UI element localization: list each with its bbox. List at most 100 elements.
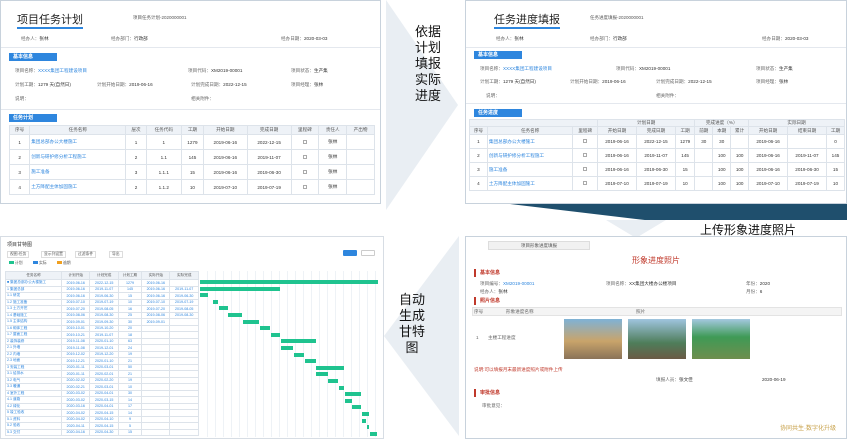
doc-number: 任务进度填报-2020000001 (590, 15, 644, 20)
gantt-bar[interactable] (361, 412, 370, 416)
gantt-reset-button[interactable] (361, 250, 375, 256)
gantt-bar[interactable] (344, 392, 362, 397)
field-label: 项目经理： (291, 82, 314, 87)
table-cell: 100 (730, 162, 750, 177)
table-cell: 2019-07-10 (597, 176, 637, 191)
field-label: 计划完成日期： (191, 82, 224, 87)
gantt-bar[interactable] (361, 418, 367, 423)
table-cell: 2022-12-15 (246, 134, 292, 150)
gantt-bar[interactable] (352, 405, 362, 410)
milestone-checkbox[interactable] (583, 139, 588, 143)
field-label: 项目名称： (606, 281, 629, 286)
table-cell (290, 179, 320, 195)
table-cell (141, 428, 171, 436)
gantt-bar[interactable] (200, 280, 378, 284)
milestone-checkbox[interactable] (302, 139, 307, 144)
table-cell: 1.1.2 (145, 179, 182, 195)
gantt-bar[interactable] (369, 431, 378, 436)
progress-photo-1[interactable] (564, 319, 622, 359)
gantt-bar[interactable] (280, 346, 294, 350)
field-5: 计划完成日期：2022-12-15 (191, 82, 247, 88)
table-cell: 10 (825, 176, 846, 191)
form-tab[interactable]: 项目形象进度填报 (488, 241, 590, 250)
table-cell (290, 134, 320, 150)
gantt-panel: 项目甘特图 视图:任务 显示列设置 过滤条件 导出 计划 实际 逾期 任务名称 计划开始 计划… (0, 236, 384, 439)
milestone-checkbox[interactable] (583, 167, 588, 171)
gantt-bar[interactable] (228, 313, 242, 317)
gantt-bar[interactable] (304, 359, 316, 364)
milestone-checkbox[interactable] (302, 154, 307, 159)
table-header-row: 任务名称 计划开始 计划完成 计划工期 实际开始 实际完成 (4, 271, 199, 280)
table-cell: 创新与研护修分析工程施工 (486, 148, 574, 163)
table-cell (346, 149, 375, 165)
table-cell: 2019-06-30 (787, 162, 827, 177)
table-cell: 1 (469, 134, 488, 149)
field-0: 项目名称：XXXX集团工程建设项目 (15, 68, 87, 74)
field-label: 计划工期： (480, 79, 503, 84)
table-cell: 土方降配主体加固施工 (29, 179, 127, 195)
gantt-bar[interactable] (366, 425, 370, 430)
gantt-bar[interactable] (339, 385, 345, 390)
gantt-bar[interactable] (294, 352, 304, 357)
milestone-checkbox[interactable] (583, 153, 588, 157)
field-2: 年份：2020 (746, 281, 770, 287)
field-4: 计划开始日期：2019-06-16 (97, 82, 153, 88)
progress-input[interactable]: 30 (712, 134, 732, 149)
gantt-bar[interactable] (242, 319, 259, 324)
toolbar-item[interactable]: 导出 (109, 251, 123, 258)
col-header: 任务名称 (486, 126, 574, 135)
progress-photo-3[interactable] (692, 319, 750, 359)
gantt-bar[interactable] (270, 332, 281, 337)
gantt-task-table: 任务名称 计划开始 计划完成 计划工期 实际开始 实际完成 ■ 集团总部办公大楼施工 2019… (4, 271, 199, 436)
table-cell: 2019-07-19 (787, 176, 827, 191)
table-cell: 2019-07-19 (635, 176, 676, 191)
milestone-checkbox[interactable] (302, 184, 307, 189)
arrow-text-3: 自动生成甘特图 (398, 292, 425, 355)
col-header: 开始日期 (597, 126, 637, 135)
table-cell: 创新与研护修分析工程施工 (29, 149, 127, 165)
gantt-bar[interactable] (200, 286, 281, 291)
progress-input[interactable]: 100 (712, 148, 732, 163)
col-header: 完成日期 (246, 125, 292, 135)
toolbar-item[interactable]: 显示列设置 (41, 251, 66, 258)
field-3: 经办人：张林 (480, 289, 508, 295)
gantt-bar[interactable] (316, 365, 345, 370)
toolbar-item[interactable]: 过滤条件 (75, 251, 97, 258)
toolbar-item[interactable]: 视图:任务 (7, 251, 30, 258)
progress-photo-2[interactable] (628, 319, 686, 359)
field-value: XM2019-00001 (502, 281, 535, 286)
field-label: 经办人： (21, 36, 40, 41)
photo-title: 形象进度照片 (632, 256, 680, 265)
table-cell (290, 149, 320, 165)
legend-item: 实际 (33, 261, 47, 266)
gantt-bar[interactable] (344, 398, 352, 403)
milestone-checkbox[interactable] (583, 181, 588, 185)
gantt-bar[interactable] (316, 372, 328, 377)
legend-item: 计划 (9, 261, 23, 266)
milestone-checkbox[interactable] (302, 169, 307, 174)
section-basic: 基本信息 (9, 53, 57, 61)
table-row: 5.3 交付 2020-04-16 2020-04-30 15 (4, 428, 199, 436)
gantt-bar[interactable] (200, 293, 208, 298)
table-cell: 3 (469, 162, 488, 177)
gantt-bar[interactable] (213, 299, 219, 304)
table-cell: 5.3 交付 (4, 428, 63, 436)
table-cell: 2019-11-07 (787, 148, 827, 163)
gantt-bar[interactable] (328, 379, 339, 383)
table-cell: 2019-06-16 (748, 162, 789, 177)
progress-input[interactable]: 100 (712, 176, 732, 191)
field-7: 说明： (486, 93, 500, 99)
table-cell: 2019-11-07 (635, 148, 676, 163)
field-value: 行政部 (612, 36, 627, 41)
gantt-bar[interactable] (218, 306, 228, 311)
gantt-bar[interactable] (259, 326, 271, 331)
table-cell (572, 176, 599, 191)
table-row: 1 集团总部办公大楼施工 2019-06-16 2022-12-15 1279 30 30 2… (469, 134, 846, 149)
table-cell: 2020-04-30 (89, 428, 119, 436)
gantt-search-button[interactable] (343, 250, 357, 256)
col-header: 前期 (694, 126, 714, 135)
progress-input[interactable]: 100 (712, 162, 732, 177)
table-cell: 集团总部办公大楼施工 (29, 134, 127, 150)
gantt-bar[interactable] (280, 339, 316, 344)
table-cell: 1279 (180, 134, 204, 150)
